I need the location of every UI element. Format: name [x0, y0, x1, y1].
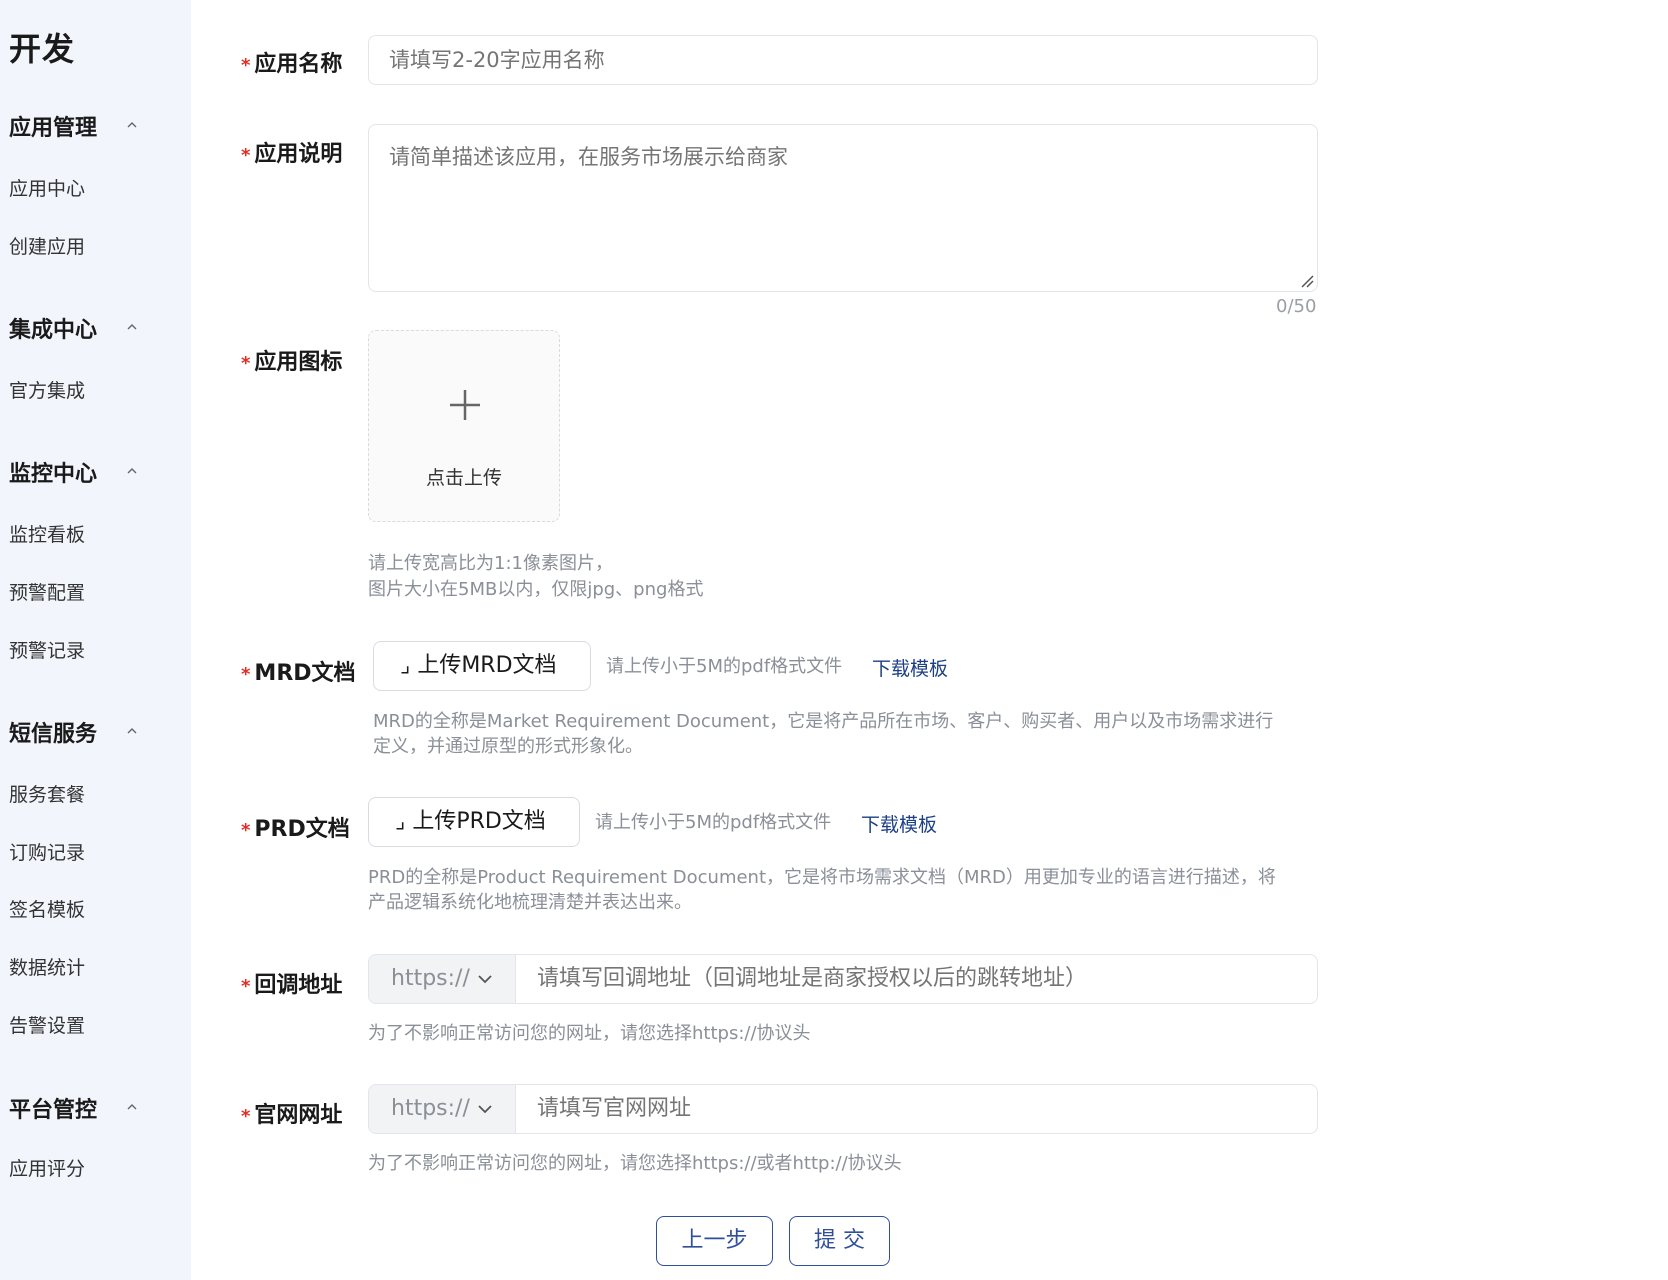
callback-url-input[interactable] — [517, 955, 1317, 1003]
sidebar-section-platform-control[interactable]: 平台管控 — [9, 1092, 97, 1124]
callback-url-label: * 回调地址 — [241, 973, 343, 998]
website-protocol-select[interactable]: https:// — [369, 1085, 516, 1133]
char-counter: 0/50 — [1276, 296, 1317, 317]
chevron-up-icon[interactable] — [126, 321, 138, 333]
app-desc-label: * 应用说明 — [241, 142, 343, 167]
mrd-label: * MRD文档 — [241, 661, 356, 686]
required-mark: * — [241, 1106, 251, 1127]
upload-icon: ⌟ — [400, 653, 418, 678]
sidebar: 开发 应用管理 应用中心 创建应用 集成中心 官方集成 监控中心 监控看板 预警… — [0, 0, 191, 1280]
chevron-up-icon[interactable] — [126, 725, 138, 737]
sidebar-item-official-integration[interactable]: 官方集成 — [9, 376, 85, 403]
required-mark: * — [241, 664, 251, 685]
prd-desc-line2: 产品逻辑系统化地梳理清楚并表达出来。 — [368, 892, 692, 913]
sidebar-item-order-records[interactable]: 订购记录 — [9, 838, 85, 865]
website-url-label: * 官网网址 — [241, 1103, 343, 1128]
sidebar-item-alert-config[interactable]: 预警配置 — [9, 578, 85, 605]
app-icon-label: * 应用图标 — [241, 350, 343, 375]
app-name-input[interactable] — [368, 35, 1318, 85]
upload-label: 点击上传 — [425, 467, 502, 489]
sidebar-item-alarm-settings[interactable]: 告警设置 — [9, 1011, 85, 1038]
sidebar-item-monitor-board[interactable]: 监控看板 — [9, 520, 85, 547]
sidebar-item-alert-records[interactable]: 预警记录 — [9, 636, 85, 663]
chevron-up-icon[interactable] — [126, 1101, 138, 1113]
icon-upload-box[interactable]: 点击上传 — [368, 330, 560, 522]
sidebar-item-service-packages[interactable]: 服务套餐 — [9, 780, 85, 807]
website-url-input[interactable] — [517, 1085, 1317, 1133]
sidebar-item-create-app[interactable]: 创建应用 — [9, 232, 85, 259]
prev-step-button[interactable]: 上一步 — [656, 1216, 773, 1266]
upload-prd-button[interactable]: ⌟ 上传PRD文档 — [368, 797, 580, 847]
callback-url-group: https:// — [368, 954, 1318, 1004]
callback-protocol-select[interactable]: https:// — [369, 955, 516, 1003]
chevron-down-icon — [478, 975, 492, 984]
required-mark: * — [241, 353, 251, 374]
mrd-desc-line2: 定义，并通过原型的形式形象化。 — [373, 736, 643, 757]
sidebar-section-monitoring[interactable]: 监控中心 — [9, 456, 97, 488]
sidebar-item-app-center[interactable]: 应用中心 — [9, 174, 85, 201]
submit-button[interactable]: 提 交 — [789, 1216, 890, 1266]
sidebar-item-signature-templates[interactable]: 签名模板 — [9, 895, 85, 922]
prd-label: * PRD文档 — [241, 817, 350, 842]
page-root: 开发 应用管理 应用中心 创建应用 集成中心 官方集成 监控中心 监控看板 预警… — [0, 0, 1668, 1280]
icon-hint-line2: 图片大小在5MB以内，仅限jpg、png格式 — [368, 579, 704, 600]
sidebar-section-sms[interactable]: 短信服务 — [9, 716, 97, 748]
chevron-up-icon[interactable] — [126, 119, 138, 131]
sidebar-title: 开发 — [9, 30, 76, 68]
callback-url-hint: 为了不影响正常访问您的网址，请您选择https://协议头 — [368, 1023, 811, 1044]
sidebar-section-app-management[interactable]: 应用管理 — [9, 110, 97, 142]
upload-icon: ⌟ — [395, 809, 413, 834]
website-url-group: https:// — [368, 1084, 1318, 1134]
plus-icon — [450, 390, 480, 420]
prd-file-hint: 请上传小于5M的pdf格式文件 — [595, 812, 832, 833]
prd-desc-line1: PRD的全称是Product Requirement Document，它是将市… — [368, 867, 1276, 888]
app-name-label: * 应用名称 — [241, 52, 343, 77]
upload-mrd-button[interactable]: ⌟ 上传MRD文档 — [373, 641, 591, 691]
required-mark: * — [241, 55, 251, 76]
chevron-down-icon — [478, 1105, 492, 1114]
mrd-download-template-link[interactable]: 下载模板 — [872, 654, 948, 681]
app-desc-textarea[interactable] — [368, 124, 1318, 292]
required-mark: * — [241, 145, 251, 166]
website-url-hint: 为了不影响正常访问您的网址，请您选择https://或者http://协议头 — [368, 1153, 902, 1174]
required-mark: * — [241, 820, 251, 841]
sidebar-section-integration[interactable]: 集成中心 — [9, 312, 97, 344]
chevron-up-icon[interactable] — [126, 465, 138, 477]
icon-hint-line1: 请上传宽高比为1:1像素图片， — [368, 553, 613, 574]
mrd-file-hint: 请上传小于5M的pdf格式文件 — [606, 656, 843, 677]
resize-handle-icon[interactable] — [1300, 274, 1314, 288]
required-mark: * — [241, 976, 251, 997]
sidebar-item-app-rating[interactable]: 应用评分 — [9, 1154, 85, 1181]
mrd-desc-line1: MRD的全称是Market Requirement Document，它是将产品… — [373, 711, 1274, 732]
prd-download-template-link[interactable]: 下载模板 — [861, 810, 937, 837]
sidebar-item-statistics[interactable]: 数据统计 — [9, 953, 85, 980]
